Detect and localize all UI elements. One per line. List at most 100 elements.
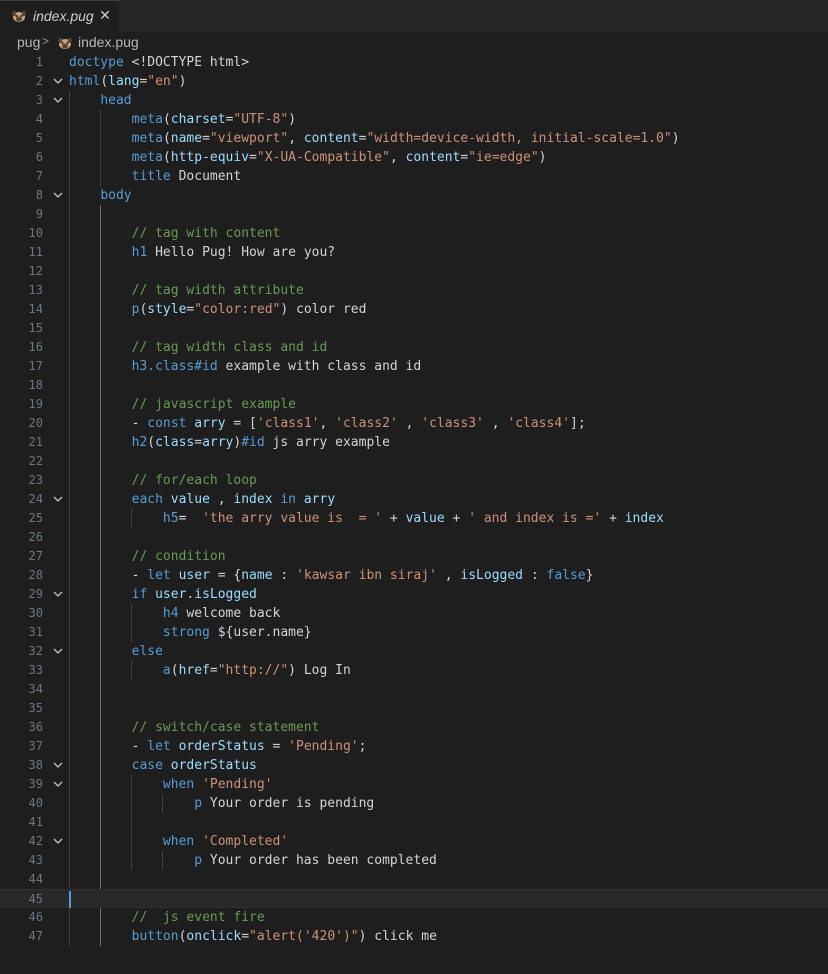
code-token: user (155, 587, 187, 602)
code-line[interactable]: 14 p(style="color:red") color red (0, 300, 828, 319)
code-token: ]; (570, 416, 586, 431)
code-line[interactable]: 39 when 'Pending' (0, 775, 828, 794)
code-line[interactable]: 25 h5= 'the arry value is = ' + value + … (0, 509, 828, 528)
code-line[interactable]: 46 // js event fire (0, 908, 828, 927)
code-token: "en" (147, 74, 179, 89)
code-line[interactable]: 36 // switch/case statement (0, 718, 828, 737)
breadcrumb-folder[interactable]: pug (17, 34, 40, 50)
code-line[interactable]: 34 (0, 680, 828, 699)
code-line[interactable]: 10 // tag with content (0, 224, 828, 243)
chevron-down-icon[interactable] (51, 72, 65, 91)
code-line[interactable]: 4 meta(charset="UTF-8") (0, 110, 828, 129)
code-line[interactable]: 13 // tag width attribute (0, 281, 828, 300)
code-token: , (397, 416, 422, 431)
code-line[interactable]: 45 (0, 889, 828, 908)
code-token: // tag width class and id (131, 340, 328, 355)
code-line[interactable]: 16 // tag width class and id (0, 338, 828, 357)
line-number: 38 (28, 758, 43, 772)
code-token: 'kawsar ibn siraj' (296, 568, 437, 583)
code-line[interactable]: 32 else (0, 642, 828, 661)
code-token: ) Log In (288, 663, 351, 678)
code-line[interactable]: 41 (0, 813, 828, 832)
code-line[interactable]: 6 meta(http-equiv="X-UA-Compatible", con… (0, 148, 828, 167)
chevron-down-icon[interactable] (51, 585, 65, 604)
code-line[interactable]: 8 body (0, 186, 828, 205)
chevron-down-icon[interactable] (51, 642, 65, 661)
code-token: Document (170, 169, 242, 184)
code-text: // switch/case statement (69, 718, 320, 737)
code-line[interactable]: 19 // javascript example (0, 395, 828, 414)
code-line[interactable]: 29 if user.isLogged (0, 585, 828, 604)
chevron-down-icon[interactable] (51, 832, 65, 851)
line-number: 15 (28, 321, 43, 335)
code-line[interactable]: 30 h4 welcome back (0, 604, 828, 623)
code-line[interactable]: 28 - let user = {name : 'kawsar ibn sira… (0, 566, 828, 585)
close-icon[interactable]: ✕ (97, 7, 113, 23)
code-line[interactable]: 7 title Document (0, 167, 828, 186)
code-line[interactable]: 31 strong ${user.name} (0, 623, 828, 642)
code-line[interactable]: 42 when 'Completed' (0, 832, 828, 851)
code-line[interactable]: 17 h3.class#id example with class and id (0, 357, 828, 376)
code-line[interactable]: 20 - const arry = ['class1', 'class2' , … (0, 414, 828, 433)
code-token: // condition (131, 549, 226, 564)
chevron-down-icon[interactable] (51, 91, 65, 110)
code-token: <!DOCTYPE html> (123, 55, 250, 70)
code-token: when (162, 834, 195, 849)
line-number: 11 (28, 245, 43, 259)
code-line[interactable]: 23 // for/each loop (0, 471, 828, 490)
code-line[interactable]: 11 h1 Hello Pug! How are you? (0, 243, 828, 262)
code-line[interactable]: 5 meta(name="viewport", content="width=d… (0, 129, 828, 148)
code-token: onclick (186, 929, 242, 944)
code-line[interactable]: 37 - let orderStatus = 'Pending'; (0, 737, 828, 756)
code-line[interactable]: 21 h2(class=arry)#id js arry example (0, 433, 828, 452)
code-line[interactable]: 24 each value , index in arry (0, 490, 828, 509)
chevron-down-icon[interactable] (51, 186, 65, 205)
code-line[interactable]: 26 (0, 528, 828, 547)
code-token: = (249, 150, 257, 165)
breadcrumb-file[interactable]: index.pug (78, 34, 139, 50)
code-line[interactable]: 22 (0, 452, 828, 471)
chevron-down-icon[interactable] (51, 490, 65, 509)
code-line[interactable]: 2 html(lang="en") (0, 72, 828, 91)
code-text: strong ${user.name} (69, 623, 312, 642)
code-line[interactable]: 44 (0, 870, 828, 889)
code-line[interactable]: 35 (0, 699, 828, 718)
code-line[interactable]: 12 (0, 262, 828, 281)
code-line[interactable]: 15 (0, 319, 828, 338)
tab-index-pug[interactable]: index.pug ✕ (0, 0, 120, 32)
code-token: #id (241, 435, 265, 450)
code-line[interactable]: 33 a(href="http://") Log In (0, 661, 828, 680)
line-number: 35 (28, 701, 43, 715)
code-token: "http://" (217, 663, 289, 678)
chevron-down-icon[interactable] (51, 756, 65, 775)
code-text: p Your order has been completed (69, 851, 437, 870)
code-editor[interactable]: 1 doctype <!DOCTYPE html> 2 html(lang="en")… (0, 53, 828, 974)
code-line[interactable]: 3 head (0, 91, 828, 110)
code-token: orderStatus (178, 739, 265, 754)
chevron-down-icon[interactable] (51, 775, 65, 794)
code-line[interactable]: 9 (0, 205, 828, 224)
code-line[interactable]: 43 p Your order has been completed (0, 851, 828, 870)
code-line[interactable]: 47 button(onclick="alert('420')") click … (0, 927, 828, 946)
line-number: 21 (28, 435, 43, 449)
code-text: // tag with content (69, 224, 281, 243)
code-text: h2(class=arry)#id js arry example (69, 433, 390, 452)
code-line[interactable]: 27 // condition (0, 547, 828, 566)
code-token: meta (131, 150, 163, 165)
code-line[interactable]: 40 p Your order is pending (0, 794, 828, 813)
code-line[interactable]: 38 case orderStatus (0, 756, 828, 775)
code-line[interactable]: 18 (0, 376, 828, 395)
code-token: = { (209, 568, 242, 583)
code-token: h5 (162, 511, 179, 526)
code-token: doctype (69, 55, 124, 70)
code-line[interactable]: 1 doctype <!DOCTYPE html> (0, 53, 828, 72)
